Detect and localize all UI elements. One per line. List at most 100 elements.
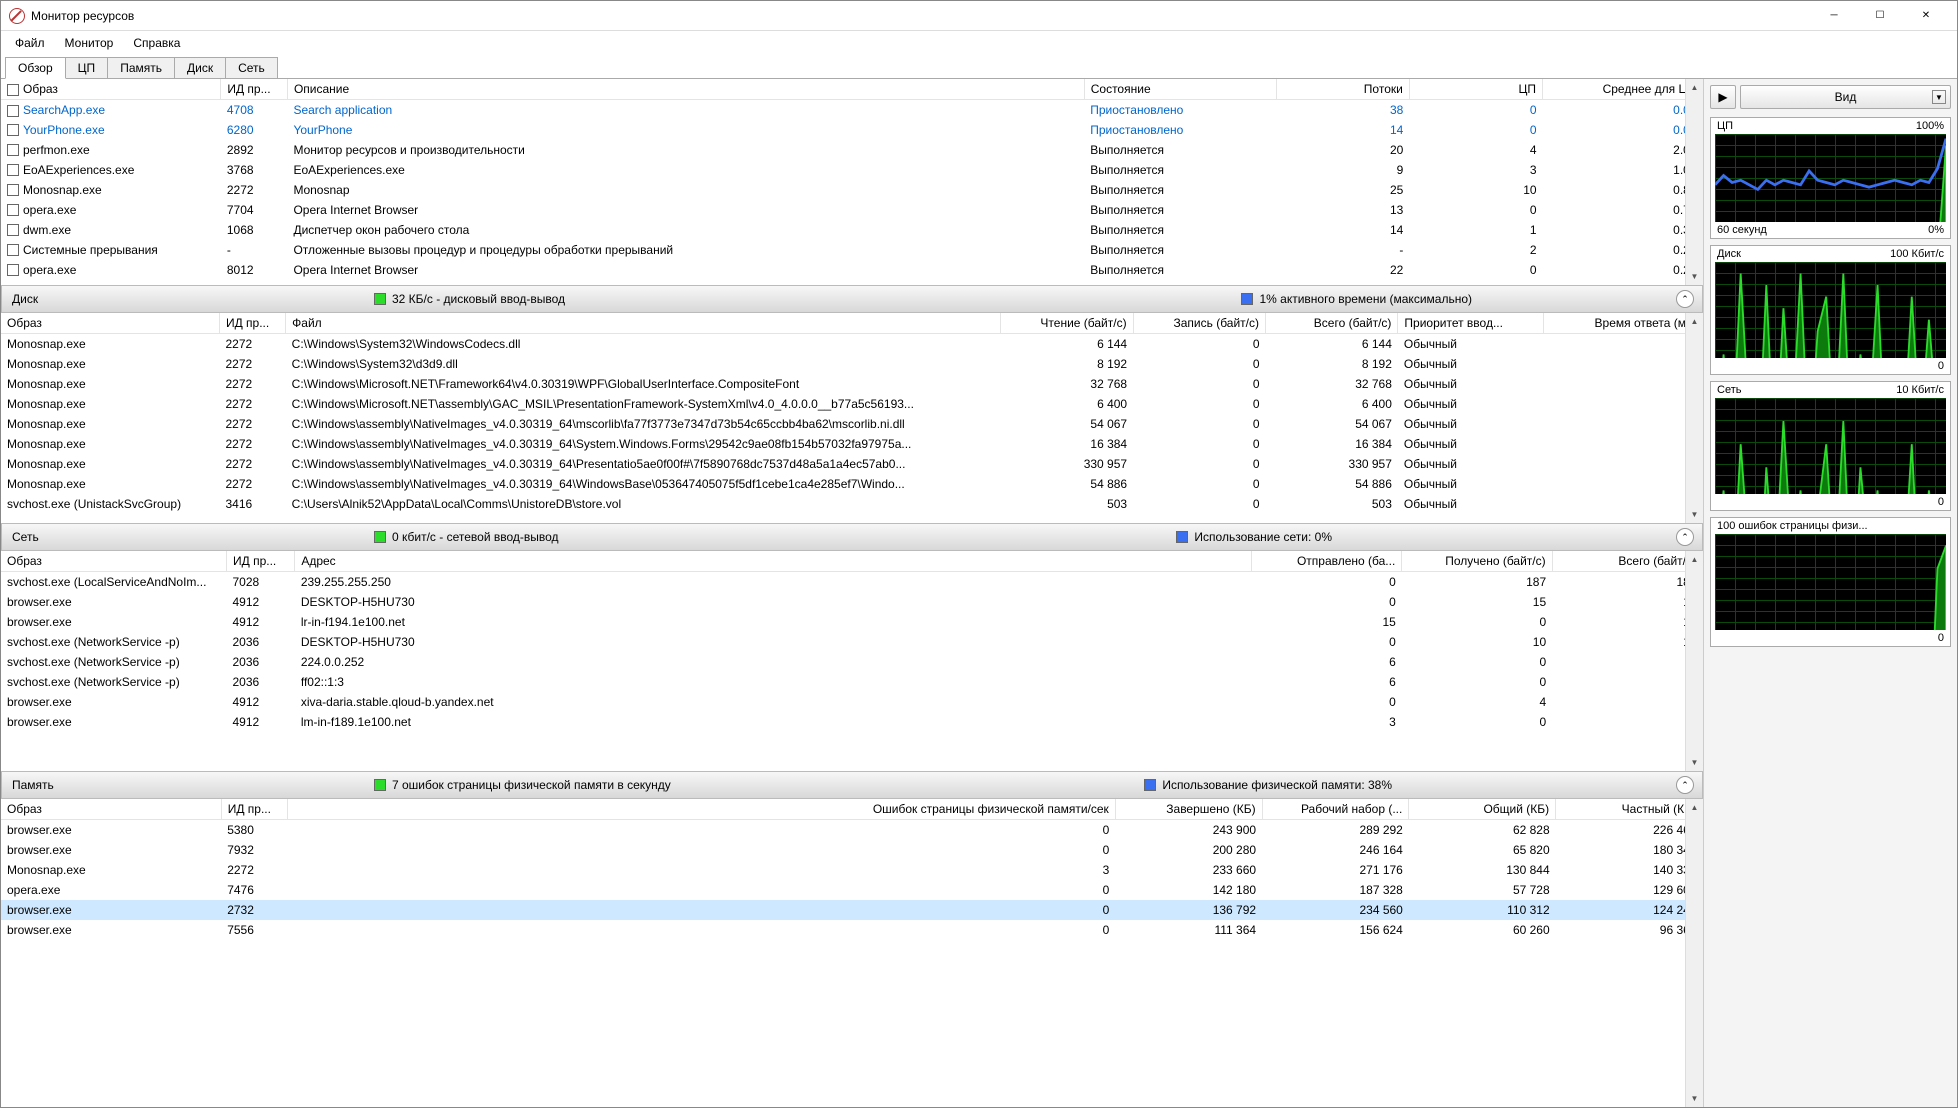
table-row[interactable]: browser.exe4912xiva-daria.stable.qloud-b…: [1, 692, 1703, 712]
table-row[interactable]: svchost.exe (NetworkService -p)2036DESKT…: [1, 632, 1703, 652]
tab-network[interactable]: Сеть: [225, 57, 278, 78]
table-row[interactable]: SearchApp.exe4708Search applicationПриос…: [1, 100, 1703, 120]
scroll-up-icon[interactable]: ▲: [1687, 314, 1702, 329]
net-header-row[interactable]: Образ ИД пр... Адрес Отправлено (ба... П…: [1, 551, 1703, 572]
blue-box-icon: [1176, 531, 1188, 543]
disk-grid: ▲ ▼ Образ ИД пр... Файл Чтение (байт/с) …: [1, 313, 1703, 523]
scroll-down-icon[interactable]: ▼: [1687, 507, 1702, 522]
checkbox-header[interactable]: [7, 84, 19, 96]
checkbox[interactable]: [7, 124, 19, 136]
close-button[interactable]: ✕: [1903, 2, 1949, 30]
table-row[interactable]: svchost.exe (UnistackSvcGroup)3416C:\Use…: [1, 494, 1703, 514]
checkbox[interactable]: [7, 184, 19, 196]
table-row[interactable]: YourPhone.exe6280YourPhoneПриостановлено…: [1, 120, 1703, 140]
titlebar[interactable]: Монитор ресурсов ─ ☐ ✕: [1, 1, 1957, 31]
disk-section-header[interactable]: Диск 32 КБ/с - дисковый ввод-вывод 1% ак…: [1, 285, 1703, 313]
main-pane: ▲ ▼ Образ ИД пр... Описание Состояние По…: [1, 79, 1703, 1107]
col-cpu[interactable]: ЦП: [1409, 79, 1542, 100]
table-row[interactable]: Monosnap.exe2272C:\Windows\assembly\Nati…: [1, 454, 1703, 474]
tab-cpu[interactable]: ЦП: [65, 57, 109, 78]
table-row[interactable]: svchost.exe (NetworkService -p)2036ff02:…: [1, 672, 1703, 692]
table-row[interactable]: browser.exe4912lr-in-f194.1e100.net15015: [1, 612, 1703, 632]
menu-file[interactable]: Файл: [7, 34, 53, 52]
table-row[interactable]: browser.exe4912DESKTOP-H5HU73001515: [1, 592, 1703, 612]
chevron-down-icon: ▼: [1932, 90, 1946, 104]
content-area: ▲ ▼ Образ ИД пр... Описание Состояние По…: [1, 79, 1957, 1107]
blue-box-icon: [1144, 779, 1156, 791]
table-row[interactable]: Monosnap.exe2272C:\Windows\assembly\Nati…: [1, 414, 1703, 434]
table-row[interactable]: Monosnap.exe2272C:\Windows\Microsoft.NET…: [1, 394, 1703, 414]
col-pid[interactable]: ИД пр...: [221, 79, 288, 100]
checkbox[interactable]: [7, 224, 19, 236]
table-row[interactable]: Monosnap.exe2272C:\Windows\assembly\Nati…: [1, 434, 1703, 454]
table-row[interactable]: browser.exe27320136 792234 560110 312124…: [1, 900, 1703, 920]
scroll-down-icon[interactable]: ▼: [1687, 269, 1702, 284]
table-row[interactable]: browser.exe79320200 280246 16465 820180 …: [1, 840, 1703, 860]
scroll-up-icon[interactable]: ▲: [1687, 552, 1702, 567]
maximize-button[interactable]: ☐: [1857, 2, 1903, 30]
app-icon: [9, 8, 25, 24]
scroll-up-icon[interactable]: ▲: [1687, 800, 1702, 815]
scroll-down-icon[interactable]: ▼: [1687, 1091, 1702, 1106]
mem-title: Память: [12, 778, 362, 792]
blue-box-icon: [1241, 293, 1253, 305]
table-row[interactable]: Monosnap.exe2272C:\Windows\Microsoft.NET…: [1, 374, 1703, 394]
window-title: Монитор ресурсов: [31, 9, 1811, 23]
minimize-button[interactable]: ─: [1811, 2, 1857, 30]
collapse-button[interactable]: ⌃: [1676, 776, 1694, 794]
menu-help[interactable]: Справка: [125, 34, 188, 52]
table-row[interactable]: svchost.exe (LocalServiceAndNoIm...70282…: [1, 572, 1703, 592]
col-threads[interactable]: Потоки: [1276, 79, 1409, 100]
cpu-header-row[interactable]: Образ ИД пр... Описание Состояние Потоки…: [1, 79, 1703, 100]
table-row[interactable]: Системные прерывания-Отложенные вызовы п…: [1, 240, 1703, 260]
table-row[interactable]: Monosnap.exe2272C:\Windows\assembly\Nati…: [1, 474, 1703, 494]
tab-disk[interactable]: Диск: [174, 57, 226, 78]
checkbox[interactable]: [7, 164, 19, 176]
table-row[interactable]: browser.exe53800243 900289 29262 828226 …: [1, 820, 1703, 840]
green-box-icon: [374, 293, 386, 305]
checkbox[interactable]: [7, 204, 19, 216]
scroll-up-icon[interactable]: ▲: [1687, 80, 1702, 95]
table-row[interactable]: opera.exe7704Opera Internet BrowserВыпол…: [1, 200, 1703, 220]
side-collapse-button[interactable]: ▶: [1710, 85, 1736, 109]
table-row[interactable]: Monosnap.exe22723233 660271 176130 84414…: [1, 860, 1703, 880]
net-stat2: Использование сети: 0%: [1194, 530, 1332, 544]
checkbox[interactable]: [7, 105, 19, 117]
network-section-header[interactable]: Сеть 0 кбит/c - сетевой ввод-вывод Испол…: [1, 523, 1703, 551]
table-row[interactable]: dwm.exe1068Диспетчер окон рабочего стола…: [1, 220, 1703, 240]
scroll-down-icon[interactable]: ▼: [1687, 755, 1702, 770]
view-dropdown[interactable]: Вид ▼: [1740, 85, 1951, 109]
tabbar: Обзор ЦП Память Диск Сеть: [1, 55, 1957, 79]
table-row[interactable]: Monosnap.exe2272MonosnapВыполняется25100…: [1, 180, 1703, 200]
green-box-icon: [374, 779, 386, 791]
mem-stat1: 7 ошибок страницы физической памяти в се…: [392, 778, 671, 792]
memory-section-header[interactable]: Память 7 ошибок страницы физической памя…: [1, 771, 1703, 799]
table-row[interactable]: perfmon.exe2892Монитор ресурсов и произв…: [1, 140, 1703, 160]
table-row[interactable]: Monosnap.exe2272C:\Windows\System32\d3d9…: [1, 354, 1703, 374]
table-row[interactable]: svchost.exe (NetworkService -p)2036224.0…: [1, 652, 1703, 672]
table-row[interactable]: browser.exe4912lm-in-f189.1e100.net303: [1, 712, 1703, 732]
checkbox[interactable]: [7, 144, 19, 156]
table-row[interactable]: browser.exe75560111 364156 62460 26096 3…: [1, 920, 1703, 940]
net-grid: ▲ ▼ Образ ИД пр... Адрес Отправлено (ба.…: [1, 551, 1703, 771]
checkbox[interactable]: [7, 264, 19, 276]
col-status[interactable]: Состояние: [1084, 79, 1276, 100]
tab-memory[interactable]: Память: [107, 57, 175, 78]
col-desc[interactable]: Описание: [287, 79, 1084, 100]
collapse-button[interactable]: ⌃: [1676, 290, 1694, 308]
chart-network: Сеть10 Кбит/с 0: [1710, 381, 1951, 511]
col-avgcpu[interactable]: Среднее для ЦП: [1543, 79, 1703, 100]
table-row[interactable]: Monosnap.exe2272C:\Windows\System32\Wind…: [1, 334, 1703, 354]
table-row[interactable]: opera.exe74760142 180187 32857 728129 60…: [1, 880, 1703, 900]
disk-title: Диск: [12, 292, 362, 306]
table-row[interactable]: EoAExperiences.exe3768EoAExperiences.exe…: [1, 160, 1703, 180]
tab-overview[interactable]: Обзор: [5, 57, 66, 79]
menubar: Файл Монитор Справка: [1, 31, 1957, 55]
menu-monitor[interactable]: Монитор: [57, 34, 122, 52]
collapse-button[interactable]: ⌃: [1676, 528, 1694, 546]
mem-header-row[interactable]: Образ ИД пр... Ошибок страницы физическо…: [1, 799, 1703, 820]
disk-header-row[interactable]: Образ ИД пр... Файл Чтение (байт/с) Запи…: [1, 313, 1703, 334]
table-row[interactable]: opera.exe8012Opera Internet BrowserВыпол…: [1, 260, 1703, 280]
checkbox[interactable]: [7, 244, 19, 256]
chart-memory: 100 ошибок страницы физи... 0: [1710, 517, 1951, 647]
